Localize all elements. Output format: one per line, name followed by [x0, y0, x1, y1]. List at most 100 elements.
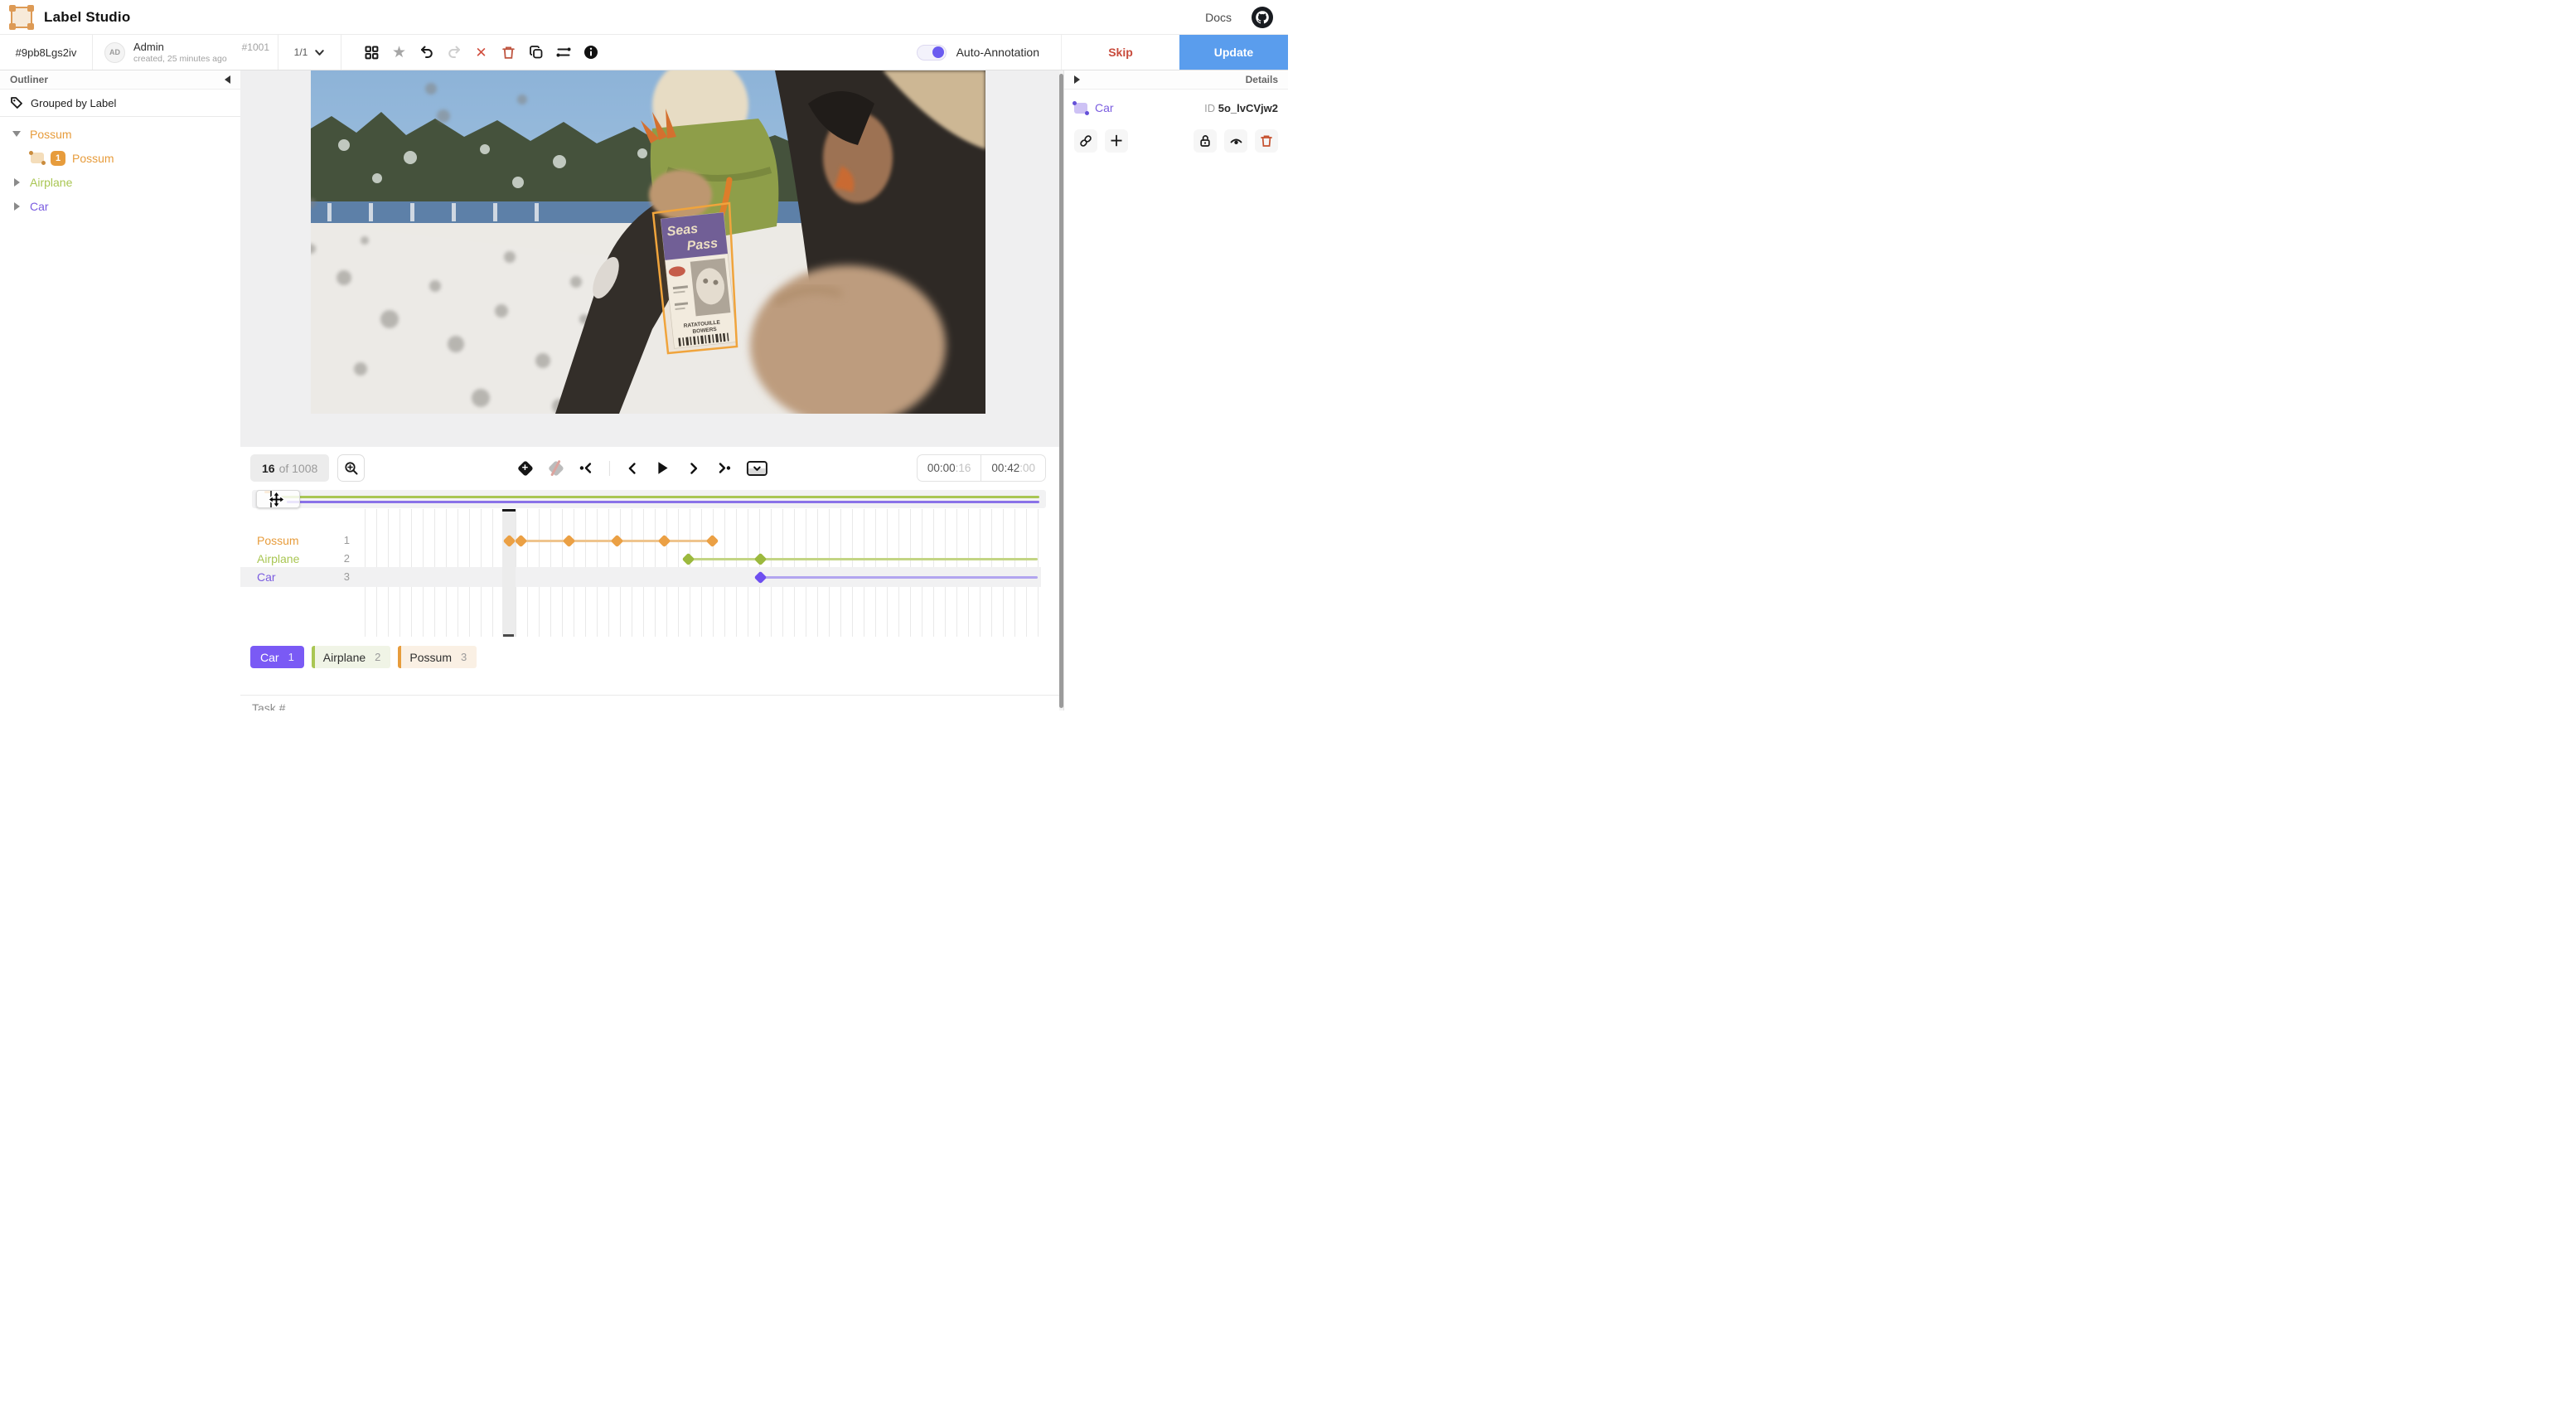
info-icon[interactable] [577, 39, 604, 66]
timeline-seeker [240, 489, 1063, 509]
avatar: AD [104, 42, 125, 63]
reject-icon[interactable]: ✕ [467, 39, 495, 66]
github-icon[interactable] [1252, 7, 1273, 28]
annotation-created: created, 25 minutes ago [133, 54, 269, 64]
label-button-possum[interactable]: Possum3 [398, 646, 477, 668]
seeker-annotation-span [277, 496, 1039, 498]
update-button[interactable]: Update [1179, 35, 1288, 70]
link-icon[interactable] [1074, 129, 1097, 153]
prev-frame-icon[interactable] [623, 460, 640, 477]
playhead-top-handle[interactable] [502, 509, 516, 512]
total-time: 00:42:00 [981, 454, 1046, 482]
label-hotkey: 2 [375, 651, 380, 663]
keyframe-remove-icon[interactable] [547, 460, 564, 477]
app-header: Label Studio Docs [0, 0, 1288, 35]
annotation-id: #1001 [242, 41, 269, 53]
label-text: Airplane [323, 651, 366, 664]
tool-buttons: ★ ✕ [341, 35, 613, 70]
keyframe-timeline[interactable]: Possum1Airplane2Car3 [240, 509, 1063, 637]
outliner-group-airplane[interactable]: Airplane [0, 170, 240, 194]
add-relation-icon[interactable]: ＋ [1105, 129, 1128, 153]
grid-view-icon[interactable] [358, 39, 385, 66]
grouping-selector[interactable]: Grouped by Label [0, 90, 240, 117]
annotator-info: AD Admin #1001 created, 25 minutes ago [93, 35, 278, 70]
next-keyframe-icon[interactable] [715, 460, 732, 477]
label-buttons-row: Car1 Airplane 2 Possum3 [240, 637, 1063, 695]
seeker-strip[interactable] [252, 490, 1046, 508]
magnifier-plus-icon [344, 461, 359, 476]
track-label-car[interactable]: Car [257, 568, 276, 586]
region-bounding-box[interactable] [653, 203, 737, 353]
visibility-icon[interactable] [1224, 129, 1247, 153]
details-panel: Details Car ID 5o_lvCVjw2 ＋ [1063, 70, 1288, 710]
task-footer: Task # [240, 695, 1063, 710]
star-icon[interactable]: ★ [385, 39, 413, 66]
keyframe-add-icon[interactable]: + [516, 460, 533, 477]
unlock-icon[interactable] [1194, 129, 1217, 153]
auto-annotation-control: Auto-Annotation [908, 35, 1061, 70]
video-controls: 16 of 1008 + [240, 447, 1063, 489]
skip-button[interactable]: Skip [1061, 35, 1179, 70]
caret-right-icon[interactable] [10, 178, 23, 187]
outliner-region-possum[interactable]: 1Possum [0, 146, 240, 170]
auto-annotation-label: Auto-Annotation [956, 46, 1039, 59]
region-rect-icon [31, 153, 44, 163]
keyframe-segment[interactable] [760, 576, 1038, 579]
redo-icon[interactable] [440, 39, 467, 66]
seeker-annotation-span [287, 501, 1039, 503]
total-frames: of 1008 [279, 462, 318, 475]
outliner-panel: Outliner Grouped by Label Possum1PossumA… [0, 70, 240, 710]
chevron-down-icon [314, 47, 325, 58]
group-label: Car [30, 200, 49, 213]
group-label: Airplane [30, 176, 72, 189]
duplicate-icon[interactable] [522, 39, 550, 66]
track-index: 3 [330, 568, 350, 586]
current-frame: 16 [262, 462, 275, 475]
track-label-airplane[interactable]: Airplane [257, 550, 299, 568]
outliner-group-possum[interactable]: Possum [0, 122, 240, 146]
zoom-in-button[interactable] [337, 454, 365, 482]
collapse-outliner-icon[interactable] [225, 75, 230, 84]
label-hotkey: 1 [288, 651, 294, 663]
region-id: ID 5o_lvCVjw2 [1204, 102, 1278, 114]
label-button-car[interactable]: Car1 [250, 646, 304, 668]
label-color-bar [312, 646, 315, 668]
vertical-scrollbar[interactable] [1059, 70, 1063, 710]
collapse-details-icon[interactable] [1074, 75, 1080, 84]
prev-keyframe-icon[interactable] [578, 460, 594, 477]
playhead-bottom-handle[interactable] [503, 634, 514, 637]
caret-down-icon[interactable] [10, 131, 23, 137]
video-frame[interactable]: Seas Pass RATATOUILLE BOWERS [311, 70, 985, 414]
outliner-title: Outliner [10, 74, 48, 85]
undo-icon[interactable] [413, 39, 440, 66]
grouping-label: Grouped by Label [31, 97, 116, 109]
region-rect-icon [1074, 103, 1087, 114]
play-icon[interactable] [654, 460, 671, 477]
annotation-pager[interactable]: 1/1 [278, 35, 341, 70]
group-label: Possum [30, 128, 72, 141]
main-area: Seas Pass RATATOUILLE BOWERS [240, 70, 1063, 710]
timeline-playhead[interactable] [502, 509, 516, 637]
region-label: Possum [72, 152, 114, 165]
next-frame-icon[interactable] [685, 460, 701, 477]
auto-annotation-toggle[interactable] [917, 45, 947, 61]
region-label: Car [1095, 101, 1114, 114]
delete-region-icon[interactable] [1255, 129, 1278, 153]
task-id[interactable]: #9pb8Lgs2iv [0, 35, 93, 70]
docs-link[interactable]: Docs [1205, 11, 1232, 24]
track-label-possum[interactable]: Possum [257, 531, 299, 550]
details-title: Details [1246, 74, 1278, 85]
delete-icon[interactable] [495, 39, 522, 66]
tag-icon [10, 96, 23, 109]
task-label: Task # [252, 701, 285, 710]
outliner-group-car[interactable]: Car [0, 194, 240, 218]
relations-icon[interactable] [550, 39, 577, 66]
label-button-airplane[interactable]: Airplane 2 [312, 646, 391, 668]
selected-region-row[interactable]: Car ID 5o_lvCVjw2 [1064, 90, 1288, 114]
keyframe-segment[interactable] [688, 558, 1038, 560]
collapse-timeline-icon[interactable] [746, 461, 767, 476]
region-actions: ＋ [1064, 114, 1288, 153]
caret-right-icon[interactable] [10, 202, 23, 211]
annotation-toolbar: #9pb8Lgs2iv AD Admin #1001 created, 25 m… [0, 35, 1288, 70]
frame-counter[interactable]: 16 of 1008 [250, 454, 329, 482]
